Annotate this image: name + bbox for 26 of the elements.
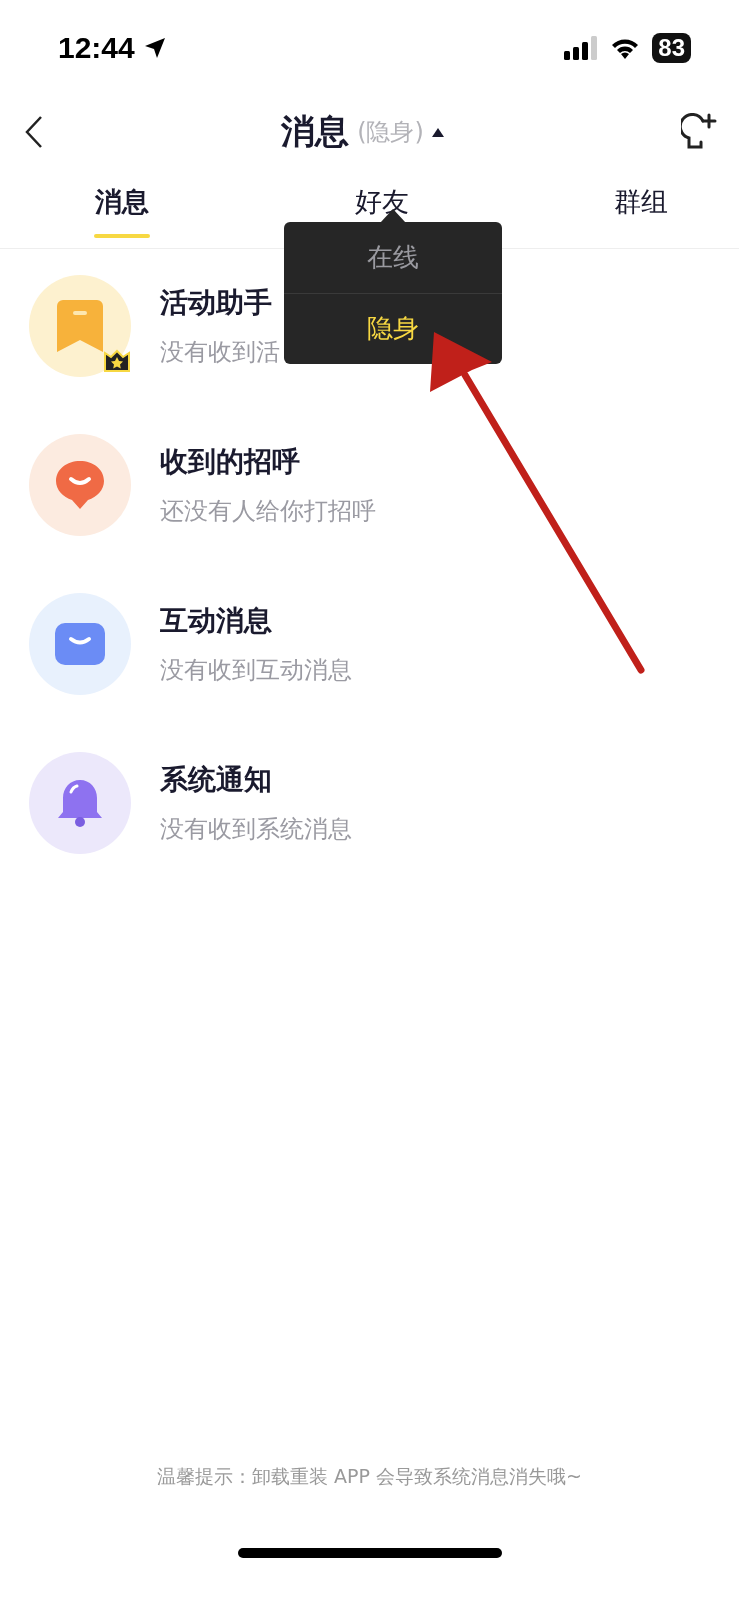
message-icon	[55, 623, 105, 665]
tab[interactable]: 消息	[95, 184, 149, 220]
page-title: 消息	[281, 110, 350, 153]
battery-indicator: 83	[652, 33, 691, 63]
add-friend-icon[interactable]	[681, 113, 717, 151]
bell-icon	[57, 778, 103, 828]
message-subtitle: 还没有人给你打招呼	[160, 496, 376, 527]
chat-bubble-icon	[54, 459, 106, 511]
signal-icon	[564, 36, 599, 60]
bookmark-icon	[57, 300, 103, 352]
message-subtitle: 没有收到活	[160, 337, 280, 368]
footer-tip: 温馨提示：卸载重装 APP 会导致系统消息消失哦~	[156, 1464, 583, 1489]
message-title[interactable]: 活动助手	[160, 284, 280, 322]
back-icon[interactable]	[24, 115, 44, 149]
message-subtitle: 没有收到系统消息	[160, 814, 352, 845]
message-title[interactable]: 收到的招呼	[160, 443, 376, 481]
badge-icon	[103, 347, 131, 375]
tab[interactable]: 群组	[614, 184, 668, 220]
message-title[interactable]: 互动消息	[160, 602, 352, 640]
message-subtitle: 没有收到互动消息	[160, 655, 352, 686]
message-title[interactable]: 系统通知	[160, 761, 352, 799]
menu-item[interactable]: 在线	[284, 222, 502, 293]
wifi-icon	[610, 37, 641, 59]
caret-icon[interactable]	[431, 127, 444, 137]
tab[interactable]: 好友	[354, 184, 409, 220]
status-time: 12:44	[58, 31, 135, 65]
